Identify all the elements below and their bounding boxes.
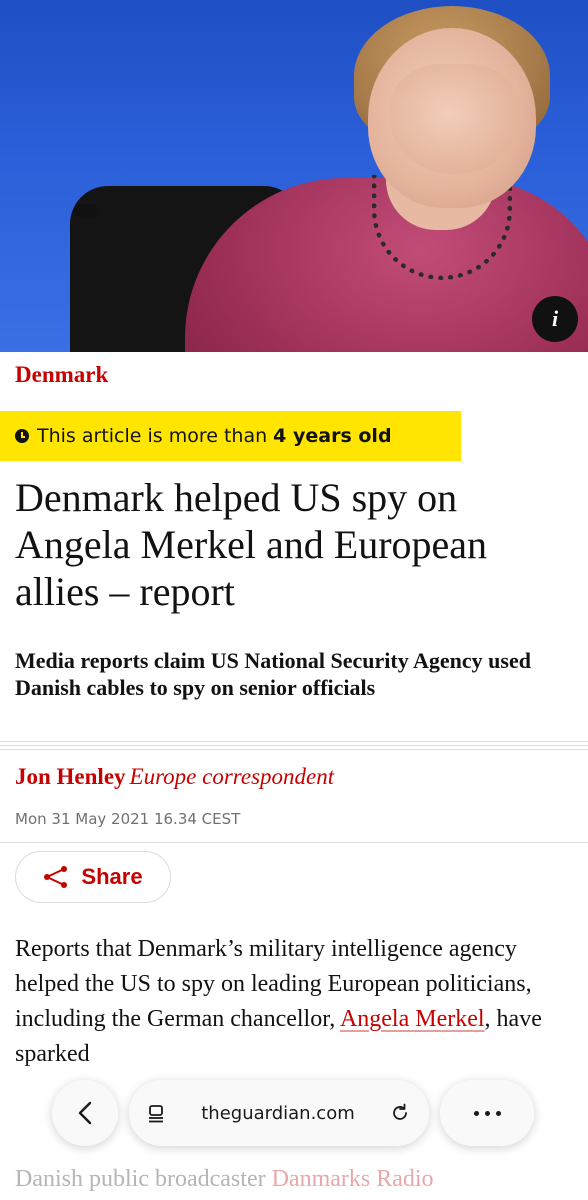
ellipsis-icon — [473, 1110, 501, 1116]
reader-mode-icon — [149, 1105, 163, 1123]
back-button[interactable] — [52, 1080, 118, 1146]
article-body-paragraph-2: Danish public broadcaster Danmarks Radio — [15, 1162, 575, 1197]
publish-date: Mon 31 May 2021 16.34 CEST — [15, 810, 241, 828]
age-notice-text: This article is more than — [37, 425, 268, 447]
section-tag[interactable]: Denmark — [15, 362, 108, 388]
article-age-banner: This article is more than 4 years old — [0, 411, 461, 461]
divider — [0, 842, 588, 843]
body2-text-start: Danish public broadcaster — [15, 1166, 272, 1192]
forehead-shape — [390, 64, 520, 174]
clock-icon — [15, 429, 29, 443]
more-options-button[interactable] — [440, 1080, 534, 1146]
chevron-left-icon — [78, 1101, 92, 1125]
share-button[interactable]: Share — [15, 851, 171, 903]
url-text: theguardian.com — [201, 1102, 355, 1124]
author-link[interactable]: Jon Henley — [15, 764, 126, 789]
article-headline: Denmark helped US spy on Angela Merkel a… — [15, 475, 488, 614]
address-bar[interactable]: theguardian.com — [129, 1080, 429, 1146]
article-standfirst: Media reports claim US National Security… — [15, 648, 531, 700]
image-info-button[interactable]: i — [532, 296, 578, 342]
danmarks-radio-link[interactable]: Danmarks Radio — [272, 1166, 434, 1192]
share-icon — [44, 866, 68, 888]
divider-rules — [0, 741, 588, 753]
share-label: Share — [81, 864, 143, 889]
hero-image: i — [0, 0, 588, 352]
chair-stub-shape — [74, 204, 98, 218]
byline: Jon Henley Europe correspondent — [15, 764, 334, 790]
author-role: Europe correspondent — [129, 764, 335, 789]
info-icon: i — [551, 306, 559, 331]
browser-toolbar: theguardian.com — [52, 1078, 534, 1148]
age-notice-bold: 4 years old — [273, 425, 392, 447]
reload-icon[interactable] — [389, 1102, 411, 1124]
article-body-paragraph: Reports that Denmark’s military intellig… — [15, 932, 575, 1072]
angela-merkel-link[interactable]: Angela Merkel — [340, 1006, 485, 1032]
